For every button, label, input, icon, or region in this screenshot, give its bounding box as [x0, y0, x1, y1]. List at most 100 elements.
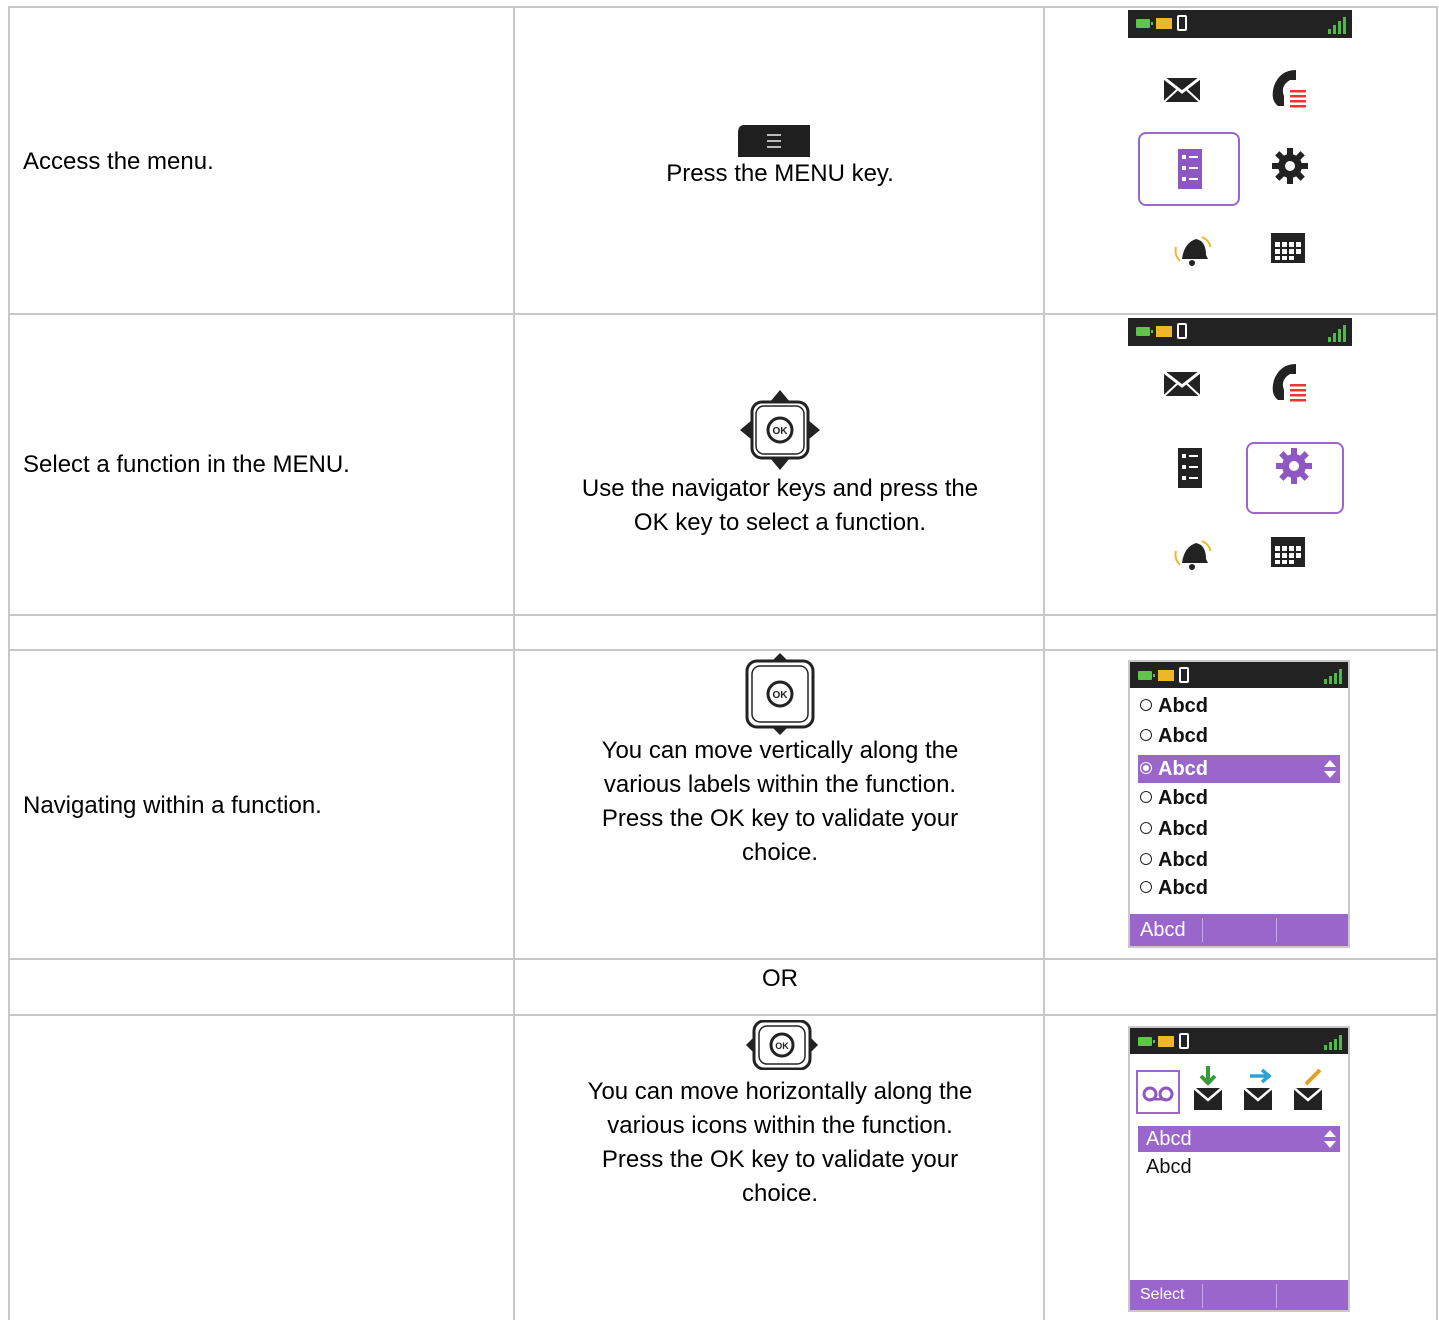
softkey-select[interactable]: Select [1140, 1280, 1184, 1310]
contacts-icon[interactable] [1160, 438, 1220, 498]
signal-icon [1324, 669, 1342, 684]
settings-gear-icon[interactable] [1264, 436, 1324, 496]
radio-icon [1140, 880, 1152, 893]
instruction-text: Use the navigator keys and press the OK … [516, 472, 1044, 540]
list-item[interactable]: Abcd [1140, 722, 1338, 750]
radio-icon [1140, 852, 1152, 865]
list-item[interactable]: Abcd [1146, 1154, 1192, 1180]
softkey-bar: Abcd [1130, 914, 1348, 946]
radio-icon [1140, 821, 1152, 834]
signal-icon [1328, 325, 1346, 342]
list-item-label: Abcd [1158, 818, 1208, 840]
instruction-line: various icons within the function. [607, 1112, 953, 1139]
signal-icon [1324, 1035, 1342, 1050]
list-item[interactable]: Abcd [1140, 874, 1338, 902]
table-row-divider [8, 614, 1438, 616]
softkey-left[interactable]: Abcd [1140, 914, 1186, 946]
list-item-label: Abcd [1158, 877, 1208, 899]
action-text: Access the menu. [23, 148, 214, 175]
contacts-icon[interactable] [1160, 139, 1220, 199]
action-text: Select a function in the MENU. [23, 451, 350, 478]
phone-screen-menu [1128, 10, 1352, 302]
list-item-label: Abcd [1146, 1128, 1192, 1150]
radio-icon [1140, 698, 1152, 711]
list-item[interactable]: Abcd [1140, 815, 1338, 843]
signal-icon [1328, 17, 1346, 34]
list-item-label: Abcd [1158, 758, 1208, 780]
list-item[interactable]: Abcd [1140, 692, 1338, 720]
instruction-line: Press the OK key to validate your [601, 805, 959, 832]
up-down-arrows-icon [1324, 760, 1336, 778]
settings-gear-icon[interactable] [1260, 136, 1320, 196]
navigator-horizontal-icon[interactable]: OK [746, 1019, 818, 1075]
message-icon [1158, 1036, 1174, 1047]
table-row-divider [8, 958, 1438, 960]
svg-text:OK: OK [773, 690, 789, 701]
battery-icon [1136, 19, 1153, 28]
alarm-bell-icon[interactable] [1162, 220, 1222, 280]
table-column-divider [513, 8, 515, 1320]
radio-selected-icon [1140, 761, 1152, 774]
list-item-selected[interactable]: Abcd [1138, 1126, 1340, 1152]
table-row-divider [8, 313, 1438, 315]
list-item[interactable]: Abcd [1140, 784, 1338, 812]
softkey-bar: Select [1130, 1280, 1348, 1310]
vibrate-icon [1179, 667, 1189, 683]
or-separator: OR [762, 965, 798, 992]
call-log-icon[interactable] [1258, 352, 1318, 412]
instruction-line: You can move horizontally along the [587, 1078, 973, 1105]
phone-screen-menu-settings [1128, 318, 1352, 610]
battery-icon [1138, 671, 1155, 680]
instruction-line: Use the navigator keys and press the [581, 475, 979, 502]
list-item-selected[interactable]: Abcd [1138, 755, 1340, 783]
table-row-divider [8, 1014, 1438, 1016]
instruction-text: You can move horizontally along the vari… [516, 1075, 1044, 1211]
messages-icon[interactable] [1152, 354, 1212, 414]
svg-text:OK: OK [773, 426, 789, 437]
navigator-vertical-icon[interactable]: OK [744, 653, 816, 740]
table-row-divider [8, 649, 1438, 651]
list-item-label: Abcd [1158, 787, 1208, 809]
instruction-line: various labels within the function. [603, 771, 957, 798]
battery-icon [1138, 1037, 1155, 1046]
list-item-label: Abcd [1158, 725, 1208, 747]
message-icon [1158, 670, 1174, 681]
status-bar [1130, 1028, 1348, 1054]
navigator-4way-icon[interactable]: OK [738, 388, 822, 477]
message-icon [1156, 18, 1172, 29]
status-bar [1128, 318, 1352, 346]
voicemail-icon[interactable] [1136, 1070, 1180, 1114]
messages-icon[interactable] [1152, 60, 1212, 120]
instruction-line: choice. [741, 839, 819, 866]
status-bar [1128, 10, 1352, 38]
vibrate-icon [1179, 1033, 1189, 1049]
vibrate-icon [1177, 15, 1187, 31]
svg-text:OK: OK [775, 1041, 789, 1051]
vibrate-icon [1177, 323, 1187, 339]
action-text: Navigating within a function. [23, 792, 322, 819]
call-log-icon[interactable] [1258, 58, 1318, 118]
phone-screen-list: Abcd Abcd Abcd Abcd Abcd Abcd Abcd Abcd [1128, 660, 1350, 948]
battery-icon [1136, 327, 1153, 336]
list-item[interactable]: Abcd [1140, 846, 1338, 874]
table-border-right [1436, 8, 1438, 1320]
write-message-icon[interactable] [1288, 1064, 1328, 1114]
instruction-text: Press the MENU key. [516, 157, 1044, 191]
instruction-line: choice. [741, 1180, 819, 1207]
message-icon [1156, 326, 1172, 337]
calendar-icon[interactable] [1258, 522, 1318, 582]
calendar-icon[interactable] [1258, 218, 1318, 278]
sent-messages-icon[interactable] [1238, 1064, 1278, 1114]
status-bar [1130, 662, 1348, 688]
instruction-line: OK key to select a function. [633, 509, 927, 536]
table-border-left [8, 8, 10, 1320]
alarm-bell-icon[interactable] [1162, 524, 1222, 584]
inbox-icon[interactable] [1188, 1064, 1228, 1114]
up-down-arrows-icon [1324, 1130, 1336, 1148]
list-item-label: Abcd [1158, 695, 1208, 717]
instruction-text: You can move vertically along the variou… [516, 734, 1044, 870]
instruction-line: You can move vertically along the [601, 737, 959, 764]
instruction-line: Press the OK key to validate your [601, 1146, 959, 1173]
phone-screen-icons: Abcd Abcd Select [1128, 1026, 1350, 1312]
list-item-label: Abcd [1158, 849, 1208, 871]
